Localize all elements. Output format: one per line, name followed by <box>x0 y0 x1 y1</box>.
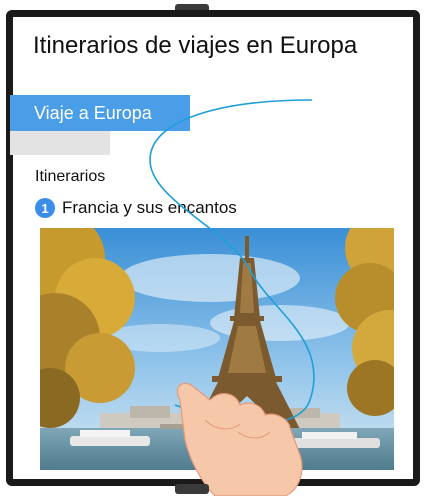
tab-viaje-a-europa[interactable]: Viaje a Europa <box>10 95 190 131</box>
itinerary-item-label: Francia y sus encantos <box>62 198 237 217</box>
tab-placeholder-bar <box>10 131 110 155</box>
section-heading: Itinerarios <box>35 168 106 185</box>
device-notch-bottom <box>175 484 209 494</box>
number-badge-icon: 1 <box>35 198 55 218</box>
eiffel-tower-photo[interactable] <box>40 228 394 470</box>
page-title: Itinerarios de viajes en Europa <box>33 32 358 59</box>
itinerary-item[interactable]: 1 Francia y sus encantos <box>35 198 237 218</box>
